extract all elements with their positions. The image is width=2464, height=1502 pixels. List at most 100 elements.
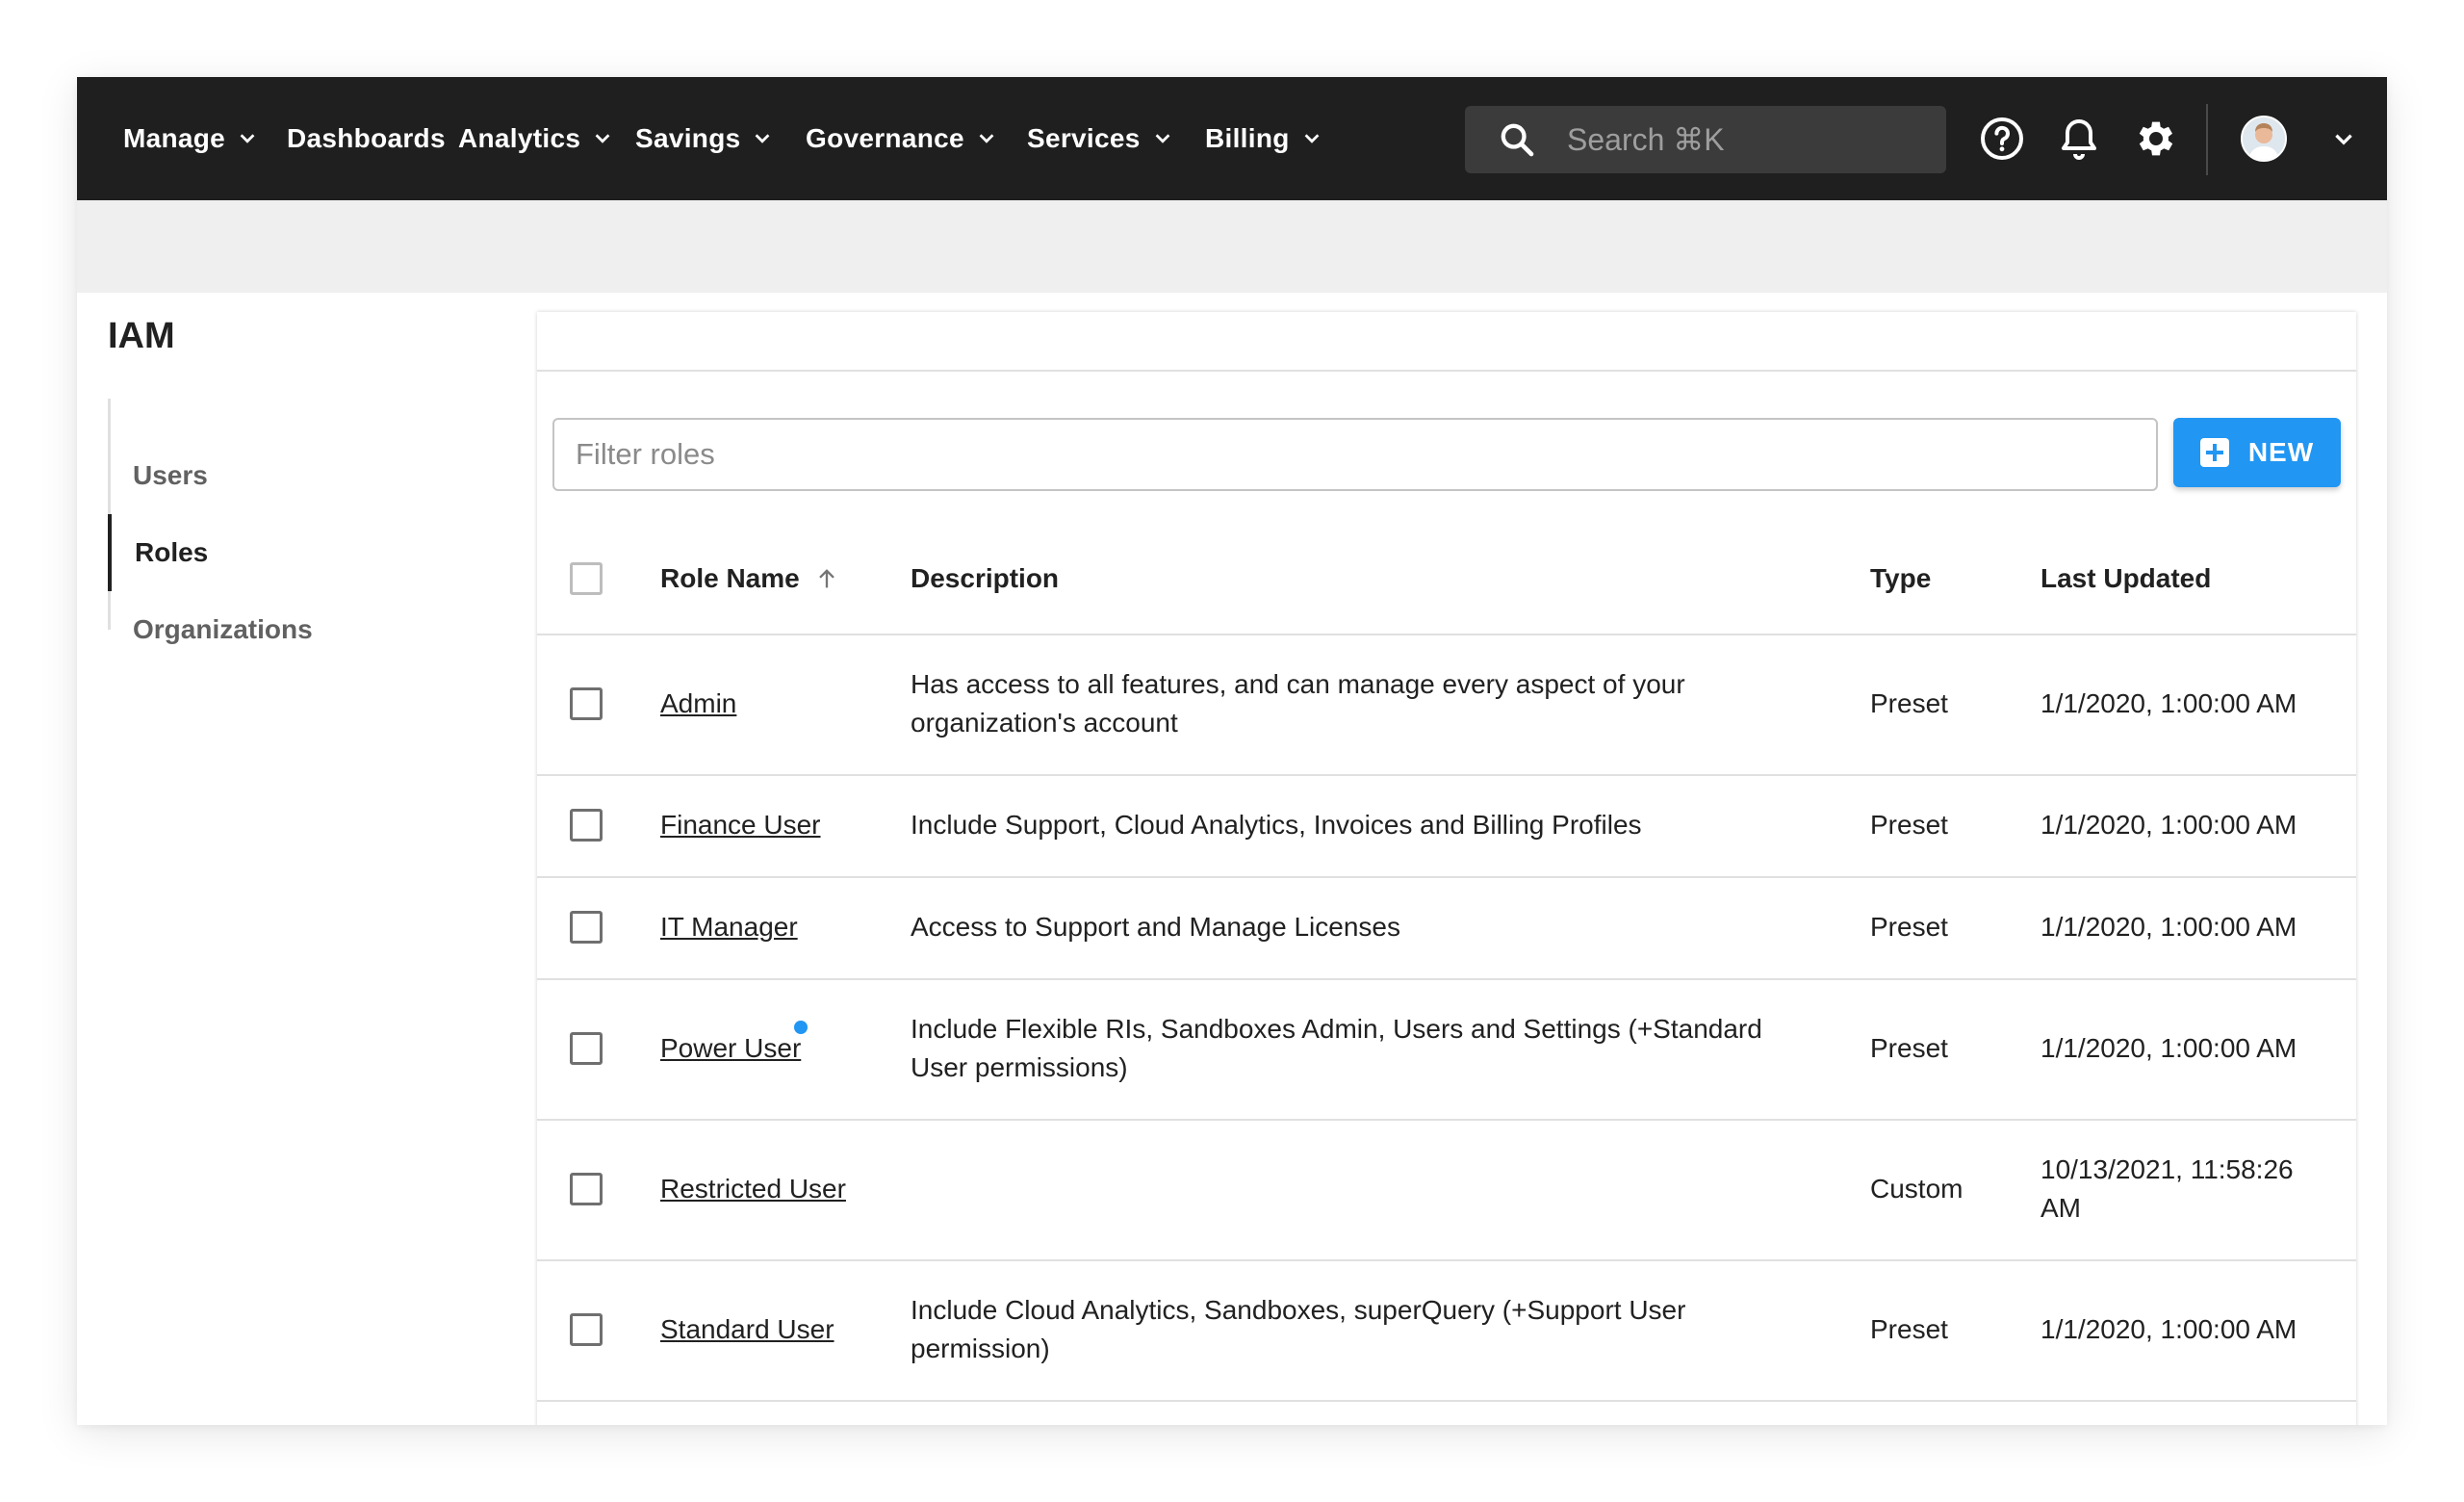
nav-item-dashboards[interactable]: Dashboards [287,77,446,200]
chevron-down-icon[interactable] [2331,127,2356,152]
toolbar-divider [2206,104,2208,175]
row-checkbox[interactable] [570,1313,603,1346]
add-box-icon [2199,438,2229,467]
row-checkbox[interactable] [570,911,603,944]
nav-item-label: Savings [635,123,741,153]
column-header-label: Role Name [660,563,800,593]
role-name-link[interactable]: Standard User [660,1310,834,1349]
role-name-cell: Restricted User [660,1119,846,1259]
nav-item-governance[interactable]: Governance [806,77,997,200]
filter-roles-input[interactable] [552,418,2158,491]
row-checkbox[interactable] [570,687,603,720]
new-button-label: NEW [2247,437,2315,467]
last-updated-cell: 1/1/2020, 1:00:00 AM [2040,688,2297,718]
select-all-checkbox[interactable] [570,562,603,595]
last-updated-cell: 1/1/2020, 1:00:00 AM [2040,1314,2297,1344]
help-icon[interactable] [1979,116,2025,162]
nav-item-savings[interactable]: Savings [635,77,773,200]
column-header-type: Type [1870,524,1931,634]
chevron-down-icon [595,134,610,143]
nav-item-label: Governance [806,123,964,153]
role-name-link[interactable]: IT Manager [660,908,798,946]
role-name-link[interactable]: Power User [660,1029,801,1068]
role-type-cell: Preset [1870,688,1948,718]
table-header: Role Name Description Type Last Updated [537,524,2356,635]
avatar[interactable] [2241,116,2287,162]
role-description-cell: Include Support, Cloud Analytics, Invoic… [911,810,1642,840]
column-header-last-updated: Last Updated [2040,524,2211,634]
role-description-cell: Has access to all features, and can mana… [911,669,1685,738]
gear-icon[interactable] [2133,116,2179,162]
page-title: IAM [108,316,175,356]
nav-item-billing[interactable]: Billing [1205,77,1322,200]
last-updated-cell: 1/1/2020, 1:00:00 AM [2040,1033,2297,1063]
nav-item-analytics[interactable]: Analytics [458,77,613,200]
top-nav: Manage Dashboards Analytics Savings Gove… [77,77,2387,200]
column-header-description: Description [911,524,1059,634]
last-updated-cell: 1/1/2020, 1:00:00 AM [2040,810,2297,840]
column-header-label: Type [1870,563,1932,593]
search-icon [1501,123,1534,157]
role-type-cell: Preset [1870,1314,1948,1344]
row-checkbox[interactable] [570,1032,603,1065]
table-row: Restricted User Custom 10/13/2021, 11:58:2… [537,1119,2356,1261]
nav-item-services[interactable]: Services [1027,77,1173,200]
nav-item-label: Billing [1205,123,1290,153]
role-type-cell: Preset [1870,1033,1948,1063]
table-row: Finance User Include Support, Cloud Analy… [537,774,2356,878]
bell-icon[interactable] [2056,116,2102,162]
app-window: Manage Dashboards Analytics Savings Gove… [77,77,2387,1425]
role-name-link[interactable]: Admin [660,685,736,723]
role-name-cell: Finance User [660,774,821,876]
role-type-cell: Custom [1870,1174,1964,1204]
nav-item-label: Analytics [458,123,581,153]
new-indicator-dot [794,1021,808,1034]
avatar-face-icon [2243,117,2285,160]
row-checkbox[interactable] [570,1173,603,1205]
nav-item-label: Manage [123,123,226,153]
sidebar-item-roles[interactable]: Roles [108,514,512,591]
role-type-cell: Preset [1870,912,1948,942]
last-updated-cell: 10/13/2021, 11:58:26 AM [2040,1154,2294,1223]
sort-ascending-icon[interactable] [813,565,840,592]
search-input[interactable] [1565,120,1915,159]
table-row: Power User Include Flexible RIs, Sandboxe… [537,978,2356,1121]
chevron-down-icon [979,134,994,143]
column-header-role-name[interactable]: Role Name [660,524,840,634]
role-type-cell: Preset [1870,810,1948,840]
nav-item-manage[interactable]: Manage [123,77,258,200]
row-checkbox[interactable] [570,809,603,842]
column-header-label: Description [911,563,1060,593]
role-description-cell: Access to Support and Manage Licenses [911,912,1400,942]
column-header-label: Last Updated [2040,563,2212,593]
sidebar-item-label: Organizations [133,614,313,644]
role-name-cell: IT Manager [660,876,798,978]
sidebar-item-label: Users [133,460,208,490]
role-description-cell [911,1119,1806,1259]
panel-header [537,312,2356,372]
sidebar-item-label: Roles [135,537,209,567]
sidebar-item-organizations[interactable]: Organizations [108,591,512,668]
page-header-band [77,200,2387,293]
new-role-button[interactable]: NEW [2173,418,2341,487]
role-name-cell: Power User [660,978,801,1119]
nav-item-label: Dashboards [287,123,446,153]
table-row: Standard User Include Cloud Analytics, Sa… [537,1259,2356,1402]
chevron-down-icon [756,134,770,143]
last-updated-cell: 1/1/2020, 1:00:00 AM [2040,912,2297,942]
nav-item-label: Services [1027,123,1141,153]
table-row: Admin Has access to all features, and can… [537,634,2356,776]
chevron-down-icon [1304,134,1320,143]
role-description-cell: Include Flexible RIs, Sandboxes Admin, U… [911,1014,1762,1082]
role-name-cell: Admin [660,634,736,774]
global-search[interactable] [1465,106,1946,173]
role-name-link[interactable]: Finance User [660,806,821,844]
table-row: IT Manager Access to Support and Manage L… [537,876,2356,980]
roles-panel: NEW Role Name Description Type Last Upda… [537,312,2356,1425]
role-description-cell: Include Cloud Analytics, Sandboxes, supe… [911,1295,1686,1363]
chevron-down-icon [240,134,255,143]
role-name-link[interactable]: Restricted User [660,1170,846,1208]
chevron-down-icon [1155,134,1170,143]
sidebar-item-users[interactable]: Users [108,437,512,514]
role-name-cell: Standard User [660,1259,834,1400]
